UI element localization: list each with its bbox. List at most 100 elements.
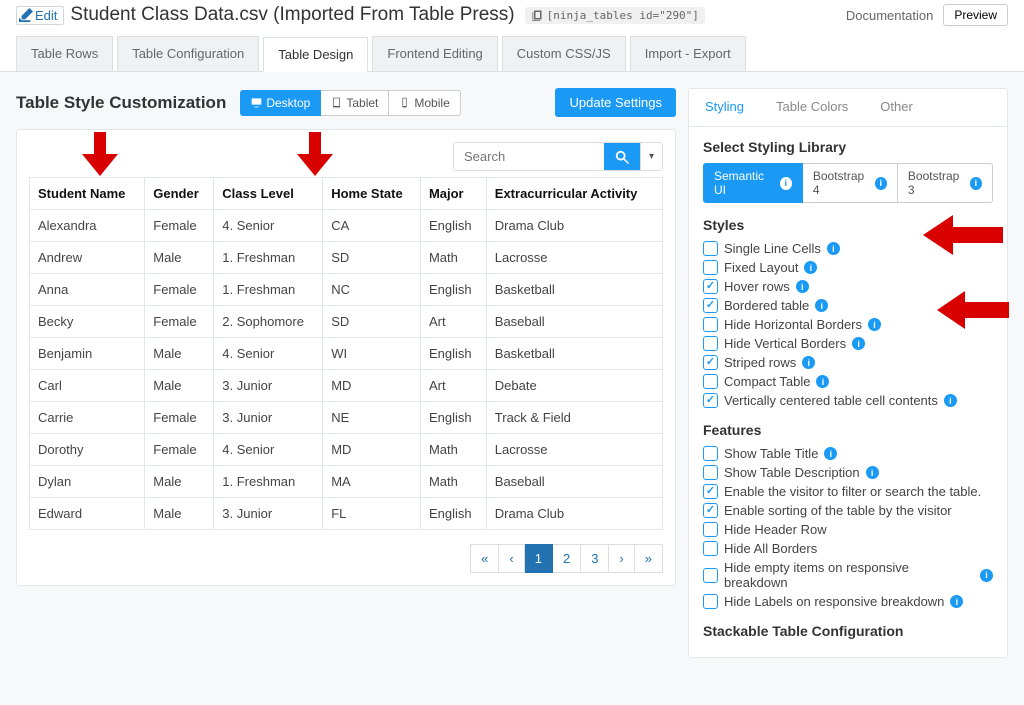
table-cell: 3. Junior bbox=[214, 370, 323, 402]
library-option[interactable]: Bootstrap 3 i bbox=[898, 163, 993, 203]
table-cell: English bbox=[420, 402, 486, 434]
shortcode-chip[interactable]: [ninja_tables id="290"] bbox=[525, 7, 705, 24]
documentation-link[interactable]: Documentation bbox=[846, 8, 933, 23]
column-header[interactable]: Class Level bbox=[214, 178, 323, 210]
device-tablet[interactable]: Tablet bbox=[321, 90, 389, 116]
checkbox[interactable] bbox=[703, 465, 718, 480]
search-input[interactable] bbox=[454, 143, 604, 170]
library-toggle: Semantic UI iBootstrap 4 iBootstrap 3 i bbox=[703, 163, 993, 203]
table-cell: Math bbox=[420, 466, 486, 498]
main-tab[interactable]: Table Rows bbox=[16, 36, 113, 71]
panel-tab[interactable]: Styling bbox=[689, 89, 760, 126]
main-tab[interactable]: Frontend Editing bbox=[372, 36, 497, 71]
info-icon: i bbox=[780, 177, 792, 190]
checkbox-label: Striped rows bbox=[724, 355, 796, 370]
annotation-arrow-3 bbox=[923, 215, 1003, 258]
info-icon[interactable]: i bbox=[852, 337, 865, 350]
pager-last[interactable]: » bbox=[635, 544, 663, 573]
search-dropdown[interactable]: ▾ bbox=[640, 143, 662, 170]
pager-page[interactable]: 1 bbox=[525, 544, 553, 573]
table-cell: Lacrosse bbox=[486, 434, 662, 466]
checkbox-label: Show Table Description bbox=[724, 465, 860, 480]
info-icon[interactable]: i bbox=[796, 280, 809, 293]
main-tab[interactable]: Table Design bbox=[263, 37, 368, 72]
table-cell: Anna bbox=[30, 274, 145, 306]
pager-next[interactable]: › bbox=[609, 544, 634, 573]
preview-card: ▾ Student NameGenderClass LevelHome Stat… bbox=[16, 129, 676, 586]
checkbox[interactable] bbox=[703, 393, 718, 408]
checkbox[interactable] bbox=[703, 374, 718, 389]
table-cell: Andrew bbox=[30, 242, 145, 274]
table-cell: 1. Freshman bbox=[214, 242, 323, 274]
info-icon[interactable]: i bbox=[866, 466, 879, 479]
info-icon[interactable]: i bbox=[802, 356, 815, 369]
checkbox[interactable] bbox=[703, 541, 718, 556]
column-header[interactable]: Extracurricular Activity bbox=[486, 178, 662, 210]
library-option[interactable]: Bootstrap 4 i bbox=[803, 163, 898, 203]
checkbox[interactable] bbox=[703, 241, 718, 256]
table-cell: Dylan bbox=[30, 466, 145, 498]
checkbox[interactable] bbox=[703, 260, 718, 275]
info-icon[interactable]: i bbox=[950, 595, 963, 608]
work-area: Table Style Customization DesktopTabletM… bbox=[0, 72, 1024, 674]
checkbox[interactable] bbox=[703, 522, 718, 537]
preview-button[interactable]: Preview bbox=[943, 4, 1008, 26]
pager-first[interactable]: « bbox=[470, 544, 499, 573]
right-column: StylingTable ColorsOther Select Styling … bbox=[688, 88, 1008, 658]
pager-page[interactable]: 2 bbox=[553, 544, 581, 573]
table-cell: WI bbox=[323, 338, 421, 370]
main-tab[interactable]: Import - Export bbox=[630, 36, 746, 71]
panel-tab[interactable]: Other bbox=[864, 89, 929, 126]
table-cell: SD bbox=[323, 242, 421, 274]
table-row: BenjaminMale4. SeniorWIEnglishBasketball bbox=[30, 338, 663, 370]
main-tab[interactable]: Custom CSS/JS bbox=[502, 36, 626, 71]
table-cell: 1. Freshman bbox=[214, 466, 323, 498]
column-header[interactable]: Major bbox=[420, 178, 486, 210]
info-icon[interactable]: i bbox=[824, 447, 837, 460]
info-icon[interactable]: i bbox=[815, 299, 828, 312]
panel-tab[interactable]: Table Colors bbox=[760, 89, 864, 126]
device-desktop[interactable]: Desktop bbox=[240, 90, 321, 116]
checkbox[interactable] bbox=[703, 355, 718, 370]
checkbox[interactable] bbox=[703, 317, 718, 332]
checkbox[interactable] bbox=[703, 279, 718, 294]
checkbox[interactable] bbox=[703, 503, 718, 518]
pager-page[interactable]: 3 bbox=[581, 544, 609, 573]
shortcode-text: [ninja_tables id="290"] bbox=[547, 9, 699, 22]
edit-link[interactable]: Edit bbox=[16, 6, 64, 25]
info-icon[interactable]: i bbox=[804, 261, 817, 274]
library-option[interactable]: Semantic UI i bbox=[703, 163, 803, 203]
info-icon[interactable]: i bbox=[816, 375, 829, 388]
table-cell: Edward bbox=[30, 498, 145, 530]
table-row: DorothyFemale4. SeniorMDMathLacrosse bbox=[30, 434, 663, 466]
panel-tabs: StylingTable ColorsOther bbox=[689, 89, 1007, 127]
checkbox[interactable] bbox=[703, 484, 718, 499]
table-cell: 3. Junior bbox=[214, 498, 323, 530]
column-header[interactable]: Gender bbox=[145, 178, 214, 210]
table-cell: 4. Senior bbox=[214, 210, 323, 242]
info-icon[interactable]: i bbox=[944, 394, 957, 407]
checkbox-label: Enable the visitor to filter or search t… bbox=[724, 484, 981, 499]
table-cell: Baseball bbox=[486, 466, 662, 498]
update-settings-button[interactable]: Update Settings bbox=[555, 88, 676, 117]
checkbox[interactable] bbox=[703, 336, 718, 351]
info-icon[interactable]: i bbox=[827, 242, 840, 255]
checkbox[interactable] bbox=[703, 446, 718, 461]
search-button[interactable] bbox=[604, 143, 640, 170]
table-cell: Female bbox=[145, 434, 214, 466]
column-header[interactable]: Student Name bbox=[30, 178, 145, 210]
device-mobile[interactable]: Mobile bbox=[389, 90, 460, 116]
main-tab[interactable]: Table Configuration bbox=[117, 36, 259, 71]
table-row: CarlMale3. JuniorMDArtDebate bbox=[30, 370, 663, 402]
checkbox[interactable] bbox=[703, 594, 718, 609]
checkbox[interactable] bbox=[703, 298, 718, 313]
info-icon[interactable]: i bbox=[868, 318, 881, 331]
table-cell: English bbox=[420, 498, 486, 530]
pager-prev[interactable]: ‹ bbox=[499, 544, 524, 573]
table-cell: Male bbox=[145, 338, 214, 370]
table-cell: Female bbox=[145, 402, 214, 434]
column-header[interactable]: Home State bbox=[323, 178, 421, 210]
checkbox[interactable] bbox=[703, 568, 718, 583]
table-cell: Carrie bbox=[30, 402, 145, 434]
info-icon[interactable]: i bbox=[980, 569, 993, 582]
